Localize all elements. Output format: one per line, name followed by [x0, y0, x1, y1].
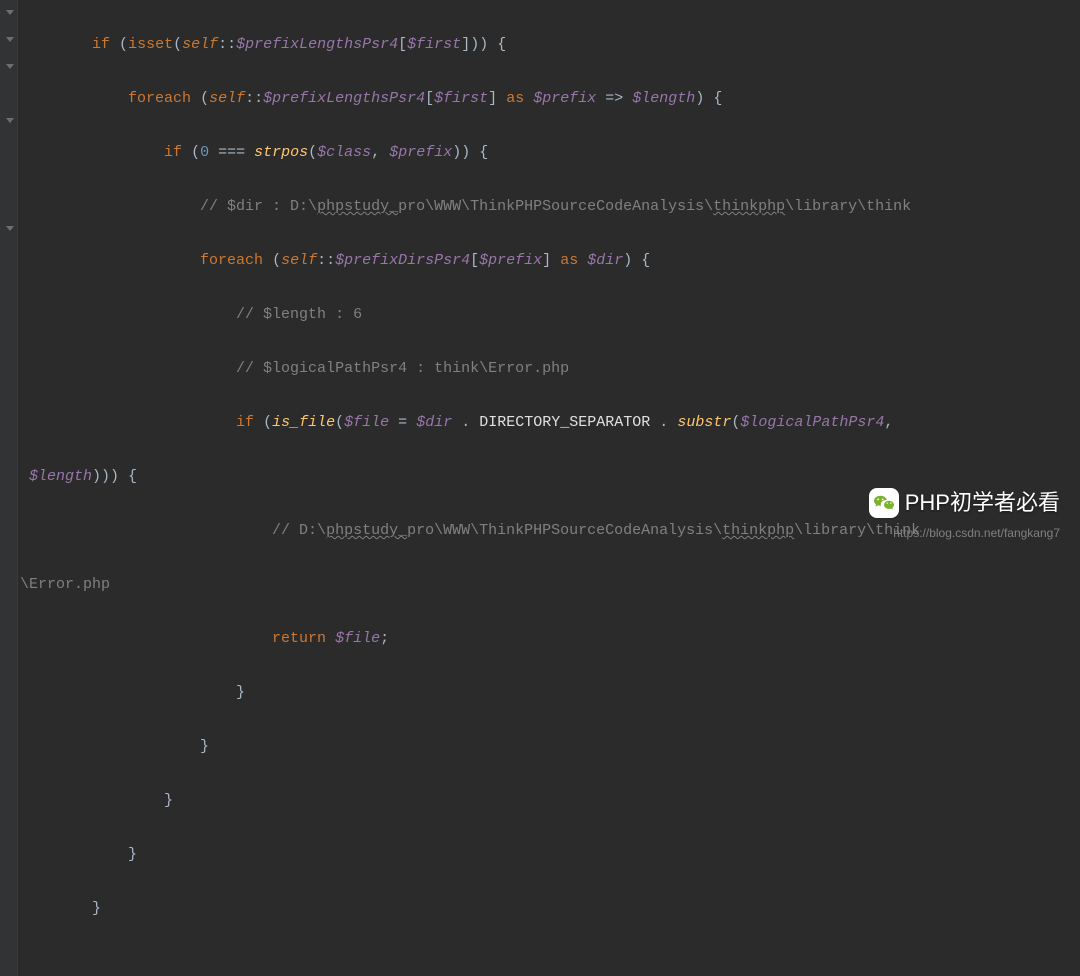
code-line: } [20, 733, 1080, 760]
code-line: } [20, 787, 1080, 814]
code-line: if (0 === strpos($class, $prefix)) { [20, 139, 1080, 166]
watermark: PHP初学者必看 [869, 483, 1060, 523]
code-line: foreach (self::$prefixDirsPsr4[$prefix] … [20, 247, 1080, 274]
fold-marker[interactable] [6, 226, 14, 234]
wechat-icon [869, 488, 899, 518]
fold-marker[interactable] [6, 10, 14, 18]
code-line: // $dir : D:\phpstudy_pro\WWW\ThinkPHPSo… [20, 193, 1080, 220]
fold-marker[interactable] [6, 118, 14, 126]
fold-marker[interactable] [6, 64, 14, 72]
watermark-text: PHP初学者必看 [905, 483, 1060, 523]
footer-url: https://blog.csdn.net/fangkang7 [893, 523, 1060, 545]
code-line: if (isset(self::$prefixLengthsPsr4[$firs… [20, 31, 1080, 58]
code-line: } [20, 895, 1080, 922]
code-line: } [20, 679, 1080, 706]
code-line: // $length : 6 [20, 301, 1080, 328]
code-line: if (is_file($file = $dir . DIRECTORY_SEP… [20, 409, 1080, 436]
code-line: return $file; [20, 625, 1080, 652]
gutter [0, 0, 18, 976]
fold-marker[interactable] [6, 37, 14, 45]
code-line: } [20, 841, 1080, 868]
code-line: \Error.php [20, 571, 1080, 598]
code-line: foreach (self::$prefixLengthsPsr4[$first… [20, 85, 1080, 112]
code-line: // $logicalPathPsr4 : think\Error.php [20, 355, 1080, 382]
